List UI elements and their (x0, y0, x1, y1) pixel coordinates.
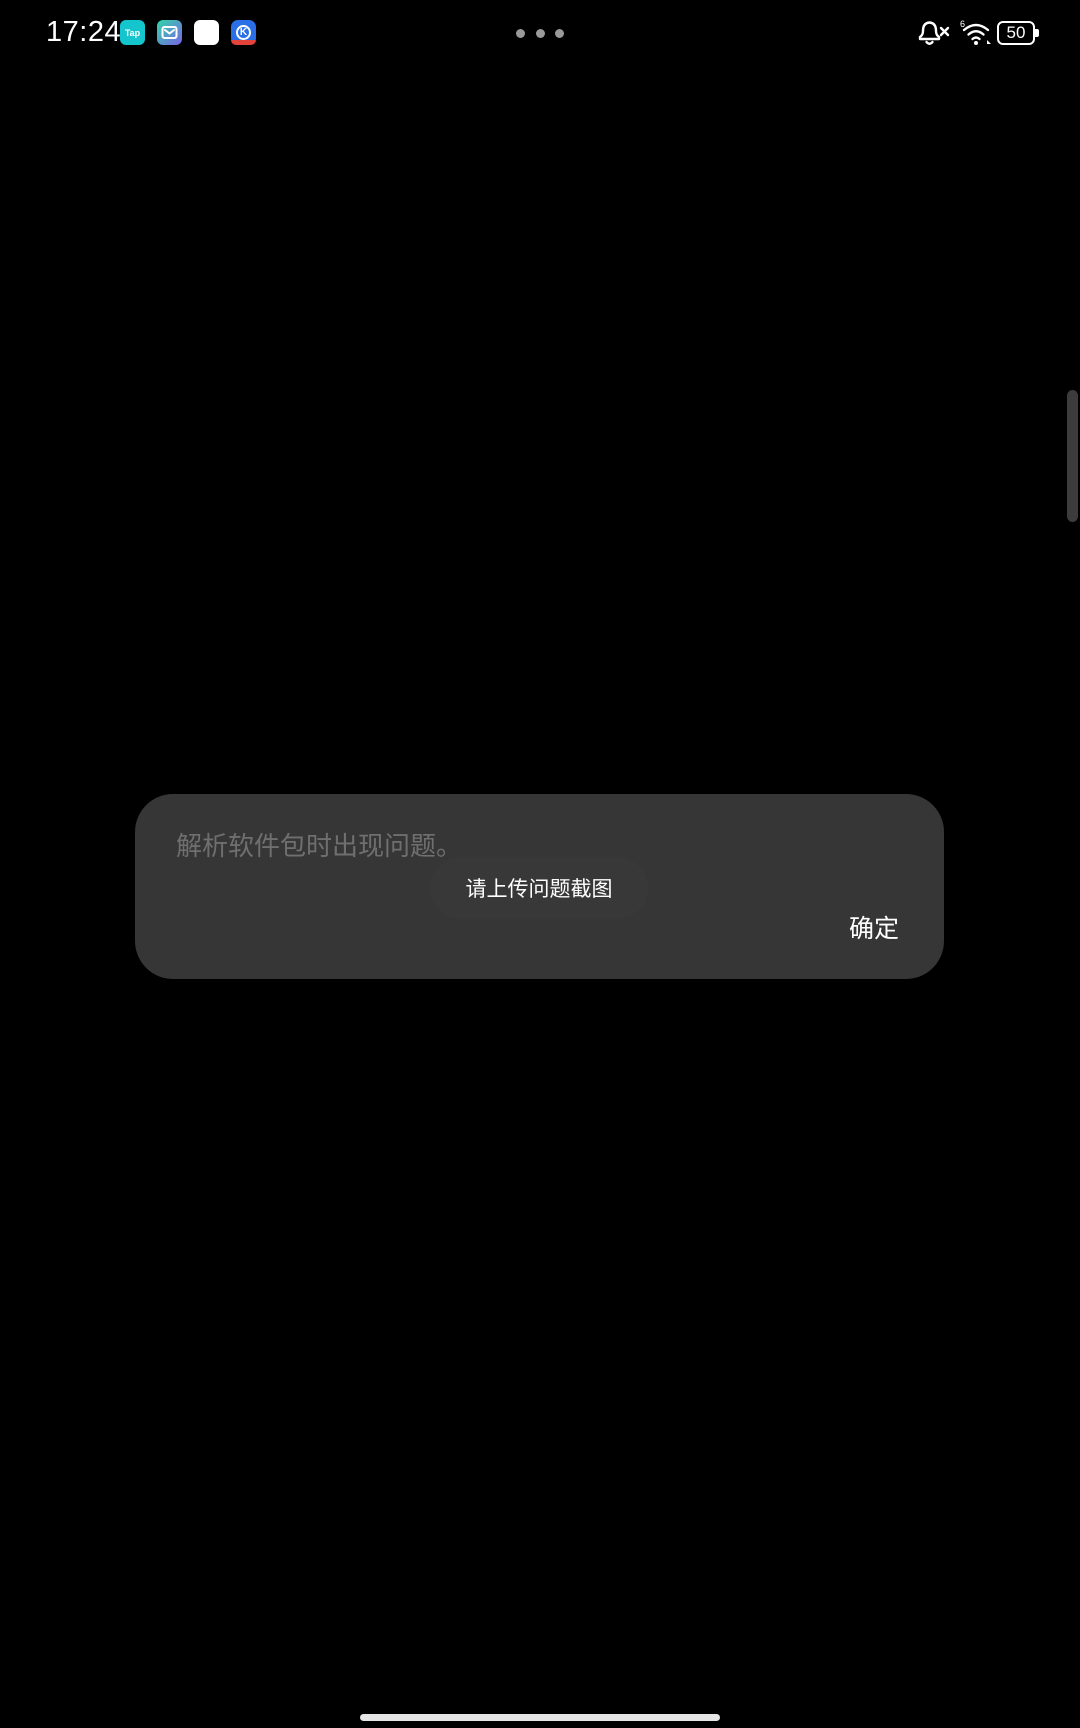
taptap-icon-label: Tap (124, 27, 141, 38)
dialog-message: 解析软件包时出现问题。 (176, 832, 463, 862)
taptap-icon: Tap (120, 20, 145, 45)
more-dots-icon[interactable] (516, 29, 564, 39)
k-app-icon-band (231, 40, 256, 45)
status-time: 17:24 (46, 16, 122, 48)
blank-app-icon (194, 20, 219, 45)
wifi-icon: 6 (960, 19, 991, 45)
wifi-badge: 6 (960, 19, 965, 29)
ok-button[interactable]: 确定 (849, 909, 899, 945)
toast-message: 请上传问题截图 (430, 857, 648, 919)
scrollbar-thumb[interactable] (1067, 390, 1078, 522)
battery-icon: 50 (997, 21, 1039, 45)
k-app-icon-label: K (236, 25, 251, 40)
mail-app-icon (157, 20, 182, 45)
status-bar: 17:24 Tap K 6 50 (0, 0, 1080, 68)
k-app-icon: K (231, 20, 256, 45)
bell-muted-icon (918, 21, 950, 45)
screen: 17:24 Tap K 6 50 解析软件包时出现问题。 确定 请上传问题截图 (0, 0, 1080, 1728)
home-indicator[interactable] (360, 1714, 720, 1721)
battery-level: 50 (997, 21, 1035, 45)
